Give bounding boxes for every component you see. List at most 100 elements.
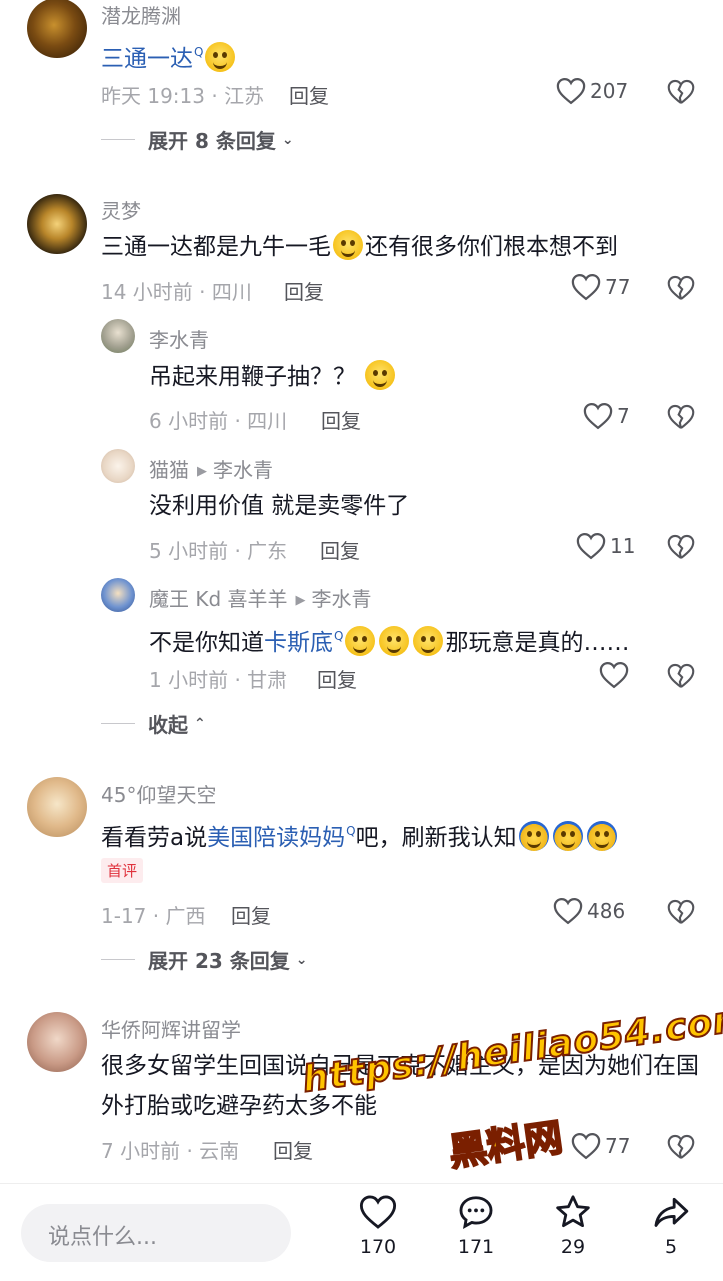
reply-button[interactable]: 回复 xyxy=(320,535,360,564)
broken-heart-icon[interactable] xyxy=(667,274,695,302)
divider xyxy=(101,723,135,724)
like-button[interactable]: 207 xyxy=(556,77,628,105)
reply-button[interactable]: 回复 xyxy=(273,1135,313,1164)
heart-icon xyxy=(583,402,613,430)
favorite-count: 29 xyxy=(560,1236,586,1258)
reply-text: 吊起来用鞭子抽？？ xyxy=(149,357,397,397)
comment-input-placeholder: 说点什么... xyxy=(48,1225,157,1250)
expand-label: 展开 8 条回复 xyxy=(148,129,276,153)
heart-icon xyxy=(571,273,601,301)
chevron-down-icon: ⌄ xyxy=(295,951,308,968)
heart-icon xyxy=(571,1132,601,1160)
comment-icon xyxy=(459,1196,493,1229)
like-button[interactable]: 11 xyxy=(576,532,635,560)
like-button[interactable]: 486 xyxy=(553,897,625,925)
reply-meta: 5 小时前 · 广东 xyxy=(149,539,288,563)
first-comment-badge: 首评 xyxy=(101,858,144,883)
reply-meta: 6 小时前 · 四川 xyxy=(149,409,288,433)
heart-icon xyxy=(599,661,629,689)
like-button[interactable]: 7 xyxy=(583,402,630,430)
smile-emoji-icon xyxy=(205,42,236,72)
like-count: 170 xyxy=(359,1236,397,1258)
avatar[interactable] xyxy=(101,449,135,483)
like-count: 77 xyxy=(605,275,631,299)
share-count: 5 xyxy=(664,1236,678,1258)
username[interactable]: 灵梦 xyxy=(101,195,141,224)
like-count: 207 xyxy=(590,79,629,103)
broken-heart-icon[interactable] xyxy=(667,1133,695,1161)
avatar[interactable] xyxy=(27,194,87,254)
broken-heart-icon[interactable] xyxy=(667,78,695,106)
comment-action[interactable]: 171 xyxy=(446,1194,506,1258)
chevron-up-icon: ⌃ xyxy=(194,715,206,732)
reply-button[interactable]: 回复 xyxy=(321,405,361,434)
reply-arrow-icon: ▶ xyxy=(295,593,306,608)
shocked-emoji-icon xyxy=(552,821,583,851)
share-icon xyxy=(654,1197,689,1227)
expand-label: 展开 23 条回复 xyxy=(148,949,290,973)
broken-heart-icon[interactable] xyxy=(667,662,695,690)
comment-text: 看看劳a说美国陪读妈妈Q吧，刷新我认知 xyxy=(101,811,619,858)
reply-button[interactable]: 回复 xyxy=(284,276,324,305)
share-action[interactable]: 5 xyxy=(641,1194,701,1258)
favorite-action[interactable]: 29 xyxy=(543,1194,603,1258)
reply-button[interactable]: 回复 xyxy=(317,664,357,693)
heart-icon xyxy=(556,77,586,105)
expand-replies-button[interactable]: 展开 23 条回复 ⌄ xyxy=(101,945,308,974)
avatar[interactable] xyxy=(101,578,135,612)
like-count: 77 xyxy=(605,1134,631,1158)
comment-input[interactable]: 说点什么... xyxy=(21,1204,291,1262)
shocked-emoji-icon xyxy=(586,821,617,851)
divider xyxy=(101,959,135,960)
bottom-action-bar: 说点什么... 170 171 29 5 xyxy=(0,1183,723,1281)
username[interactable]: 李水青 xyxy=(149,324,209,353)
username[interactable]: 45°仰望天空 xyxy=(101,779,216,808)
comment-text: 三通一达Q xyxy=(101,32,237,79)
comment-meta: 14 小时前 · 四川 xyxy=(101,280,252,304)
divider xyxy=(101,139,135,140)
reply-arrow-icon: ▶ xyxy=(197,464,207,479)
avatar[interactable] xyxy=(101,319,135,353)
search-link[interactable]: 卡斯底Q xyxy=(264,629,344,656)
reply-button[interactable]: 回复 xyxy=(231,900,271,929)
grin-emoji-icon xyxy=(379,626,410,656)
comment-meta: 7 小时前 · 云南 xyxy=(101,1139,240,1163)
reply-button[interactable]: 回复 xyxy=(289,80,329,109)
reply-meta: 1 小时前 · 甘肃 xyxy=(149,668,288,692)
avatar[interactable] xyxy=(27,777,87,837)
username[interactable]: 魔王 Kd 喜羊羊 ▶ 李水青 xyxy=(149,583,372,612)
username[interactable]: 猫猫 ▶ 李水青 xyxy=(149,454,273,483)
heart-icon xyxy=(576,532,606,560)
search-link-icon: Q xyxy=(346,824,356,838)
comment-count: 171 xyxy=(457,1236,495,1258)
broken-heart-icon[interactable] xyxy=(667,403,695,431)
like-count: 11 xyxy=(610,534,636,558)
like-button[interactable]: 77 xyxy=(571,1132,630,1160)
thinking-emoji-icon xyxy=(365,360,396,390)
grin-emoji-icon xyxy=(345,626,376,656)
username[interactable]: 华侨阿辉讲留学 xyxy=(101,1014,241,1043)
grin-emoji-icon xyxy=(413,626,444,656)
comment-text: 三通一达都是九牛一毛 还有很多你们根本想不到 xyxy=(101,227,618,267)
reply-text: 没利用价值 就是卖零件了 xyxy=(149,493,410,519)
chevron-down-icon: ⌄ xyxy=(281,131,294,148)
username[interactable]: 潜龙腾渊 xyxy=(101,0,181,29)
search-link[interactable]: 三通一达Q xyxy=(101,45,203,72)
shocked-emoji-icon xyxy=(518,821,549,851)
expand-replies-button[interactable]: 展开 8 条回复 ⌄ xyxy=(101,125,294,154)
like-button[interactable] xyxy=(599,661,633,689)
like-action[interactable]: 170 xyxy=(348,1194,408,1258)
like-count: 7 xyxy=(617,404,630,428)
broken-heart-icon[interactable] xyxy=(667,898,695,926)
collapse-replies-button[interactable]: 收起 ⌃ xyxy=(101,709,206,738)
like-button[interactable]: 77 xyxy=(571,273,630,301)
heart-icon xyxy=(553,897,583,925)
broken-heart-icon[interactable] xyxy=(667,533,695,561)
like-count: 486 xyxy=(587,899,626,923)
reply-text: 不是你知道卡斯底Q 那玩意是真的…… xyxy=(149,616,629,663)
search-link[interactable]: 美国陪读妈妈Q xyxy=(207,824,356,851)
search-link-icon: Q xyxy=(334,629,344,643)
avatar[interactable] xyxy=(27,1012,87,1072)
avatar[interactable] xyxy=(27,0,87,58)
star-icon xyxy=(556,1195,590,1228)
